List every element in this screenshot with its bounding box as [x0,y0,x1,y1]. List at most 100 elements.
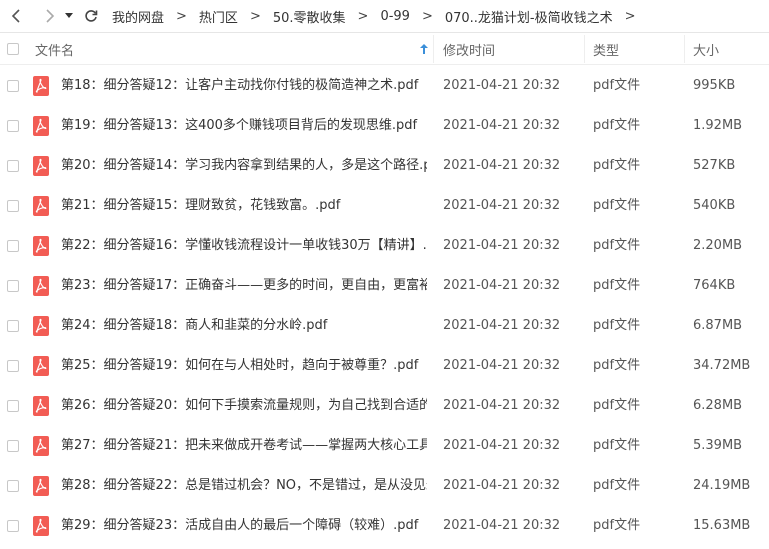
row-checkbox[interactable] [7,400,19,412]
file-modified: 2021-04-21 20:32 [443,118,561,133]
file-name[interactable]: 第23：细分答疑17：正确奋斗——更多的时间，更自由，更富裕！... [61,266,427,306]
file-type: pdf文件 [593,398,641,413]
file-name[interactable]: 第22：细分答疑16：学懂收钱流程设计一单收钱30万【精讲】.pdf [61,226,427,266]
breadcrumb-separator: > [176,8,187,24]
table-row[interactable]: 第28：细分答疑22：总是错过机会？NO，不是错过，是从没见过.... 2021… [0,466,769,506]
row-checkbox[interactable] [7,520,19,532]
history-dropdown-button[interactable] [62,5,76,27]
row-checkbox[interactable] [7,480,19,492]
pdf-icon [33,476,49,496]
file-size: 24.19MB [693,478,751,493]
navigation-toolbar: 我的网盘 > 热门区 > 50.零散收集 > 0-99 > 070..龙猫计划-… [0,0,769,32]
file-modified: 2021-04-21 20:32 [443,318,561,333]
breadcrumb-separator: > [357,8,369,24]
table-row[interactable]: 第24：细分答疑18：商人和韭菜的分水岭.pdf 2021-04-21 20:3… [0,306,769,346]
pdf-icon [33,116,49,136]
file-type: pdf文件 [593,198,641,213]
select-all-checkbox[interactable] [7,33,19,65]
header-type[interactable]: 类型 [593,33,619,65]
file-type: pdf文件 [593,278,641,293]
breadcrumb-item[interactable]: 我的网盘 [112,7,164,26]
file-type: pdf文件 [593,358,641,373]
back-button[interactable] [6,5,28,27]
pdf-icon [33,396,49,416]
file-name[interactable]: 第25：细分答疑19：如何在与人相处时，趋向于被尊重？.pdf [61,346,427,386]
row-checkbox[interactable] [7,360,19,372]
file-size: 15.63MB [693,518,751,533]
row-checkbox[interactable] [7,320,19,332]
breadcrumb-item[interactable]: 070..龙猫计划-极简收钱之术 [445,7,613,26]
breadcrumb-separator: > [249,8,261,24]
header-name-label: 文件名 [35,43,75,59]
file-modified: 2021-04-21 20:32 [443,198,561,213]
file-name[interactable]: 第24：细分答疑18：商人和韭菜的分水岭.pdf [61,306,427,346]
breadcrumb-item[interactable]: 50.零散收集 [273,7,346,26]
file-size: 764KB [693,278,736,293]
row-checkbox[interactable] [7,160,19,172]
checkbox-box [7,43,19,55]
column-divider [684,35,685,63]
file-name[interactable]: 第29：细分答疑23：活成自由人的最后一个障碍（较难）.pdf [61,506,427,546]
file-type: pdf文件 [593,478,641,493]
forward-button[interactable] [38,5,60,27]
table-row[interactable]: 第29：细分答疑23：活成自由人的最后一个障碍（较难）.pdf 2021-04-… [0,506,769,546]
chevron-right-icon [46,9,55,23]
file-size: 1.92MB [693,118,743,133]
row-checkbox[interactable] [7,80,19,92]
header-name[interactable]: 文件名 [35,33,433,65]
header-type-label: 类型 [593,43,620,59]
file-name[interactable]: 第19：细分答疑13：这400多个赚钱项目背后的发现思维.pdf [61,106,427,146]
file-size: 6.87MB [693,318,743,333]
breadcrumb-separator: > [421,8,433,24]
pdf-icon [33,236,49,256]
breadcrumb-item[interactable]: 0-99 [380,9,410,24]
row-checkbox[interactable] [7,200,19,212]
breadcrumb-item[interactable]: 热门区 [199,7,238,26]
file-modified: 2021-04-21 20:32 [443,158,561,173]
row-checkbox[interactable] [7,240,19,252]
file-name[interactable]: 第18：细分答疑12：让客户主动找你付钱的极简造神之术.pdf [61,66,427,106]
pdf-icon [33,276,49,296]
header-modified[interactable]: 修改时间 [443,33,495,65]
file-name[interactable]: 第26：细分答疑20：如何下手摸索流量规则，为自己找到合适的流... [61,386,427,426]
file-size: 995KB [693,78,736,93]
row-checkbox[interactable] [7,120,19,132]
file-name[interactable]: 第28：细分答疑22：总是错过机会？NO，不是错过，是从没见过.... [61,466,427,506]
pdf-icon [33,156,49,176]
breadcrumb-separator: > [624,8,636,24]
file-modified: 2021-04-21 20:32 [443,438,561,453]
file-name[interactable]: 第20：细分答疑14：学习我内容拿到结果的人，多是这个路径.pdf [61,146,427,186]
file-type: pdf文件 [593,438,641,453]
file-size: 540KB [693,198,736,213]
table-row[interactable]: 第25：细分答疑19：如何在与人相处时，趋向于被尊重？.pdf 2021-04-… [0,346,769,386]
column-divider [584,35,585,63]
row-checkbox[interactable] [7,440,19,452]
table-row[interactable]: 第18：细分答疑12：让客户主动找你付钱的极简造神之术.pdf 2021-04-… [0,66,769,106]
file-type: pdf文件 [593,78,641,93]
row-checkbox[interactable] [7,280,19,292]
refresh-icon [85,10,98,22]
file-size: 6.28MB [693,398,743,413]
table-row[interactable]: 第27：细分答疑21：把未来做成开卷考试——掌握两大核心工具.p... 2021… [0,426,769,466]
file-type: pdf文件 [593,518,641,533]
file-modified: 2021-04-21 20:32 [443,478,561,493]
header-size-label: 大小 [693,43,720,59]
table-row[interactable]: 第23：细分答疑17：正确奋斗——更多的时间，更自由，更富裕！... 2021-… [0,266,769,306]
pdf-icon [33,436,49,456]
file-size: 2.20MB [693,238,743,253]
table-row[interactable]: 第19：细分答疑13：这400多个赚钱项目背后的发现思维.pdf 2021-04… [0,106,769,146]
file-modified: 2021-04-21 20:32 [443,238,561,253]
table-row[interactable]: 第21：细分答疑15：理财致贫，花钱致富。.pdf 2021-04-21 20:… [0,186,769,226]
file-name[interactable]: 第27：细分答疑21：把未来做成开卷考试——掌握两大核心工具.p... [61,426,427,466]
sort-up-arrow-icon [420,44,428,54]
refresh-button[interactable] [80,5,102,27]
file-name[interactable]: 第21：细分答疑15：理财致贫，花钱致富。.pdf [61,186,427,226]
table-row[interactable]: 第20：细分答疑14：学习我内容拿到结果的人，多是这个路径.pdf 2021-0… [0,146,769,186]
breadcrumb: 我的网盘 > 热门区 > 50.零散收集 > 0-99 > 070..龙猫计划-… [112,7,648,26]
table-row[interactable]: 第26：细分答疑20：如何下手摸索流量规则，为自己找到合适的流... 2021-… [0,386,769,426]
chevron-left-icon [11,9,20,23]
header-modified-label: 修改时间 [443,43,496,59]
header-size[interactable]: 大小 [693,33,719,65]
table-row[interactable]: 第22：细分答疑16：学懂收钱流程设计一单收钱30万【精讲】.pdf 2021-… [0,226,769,266]
pdf-icon [33,76,49,96]
